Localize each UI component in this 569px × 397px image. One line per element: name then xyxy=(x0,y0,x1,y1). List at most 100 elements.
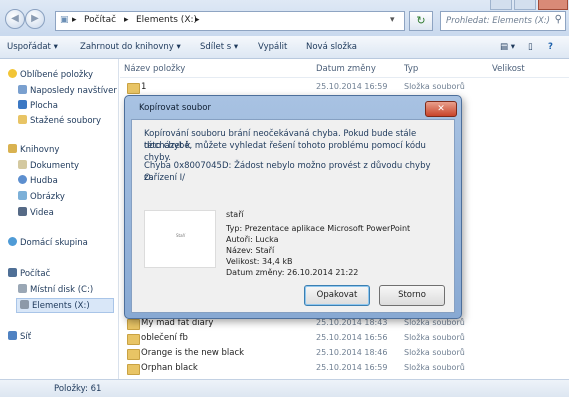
dialog-body: Kopírování souboru brání neočekávaná chy… xyxy=(131,119,455,313)
status-bar: Položky: 61 xyxy=(0,379,569,397)
folder-icon: ▣ xyxy=(60,15,69,25)
sidebar-item-elements[interactable]: Elements (X:) xyxy=(16,298,114,313)
recent-places-icon xyxy=(18,85,27,94)
share-with-button[interactable]: Sdílet s ▾ xyxy=(200,42,238,52)
list-item[interactable]: Orphan black 25.10.2014 16:59 Složka sou… xyxy=(127,362,567,376)
folder-icon xyxy=(127,364,140,375)
item-type: Složka souborů xyxy=(404,82,465,91)
column-header-type[interactable]: Typ xyxy=(404,64,418,74)
drive-icon xyxy=(18,284,27,293)
item-name: My mad fat diary xyxy=(141,318,214,328)
file-title: Název: Staří xyxy=(226,246,275,255)
file-type: Typ: Prezentace aplikace Microsoft Power… xyxy=(226,224,411,233)
navigation-pane: Oblíbené položky Naposledy navštíver Plo… xyxy=(0,59,119,379)
sidebar-item-pictures[interactable]: Obrázky xyxy=(18,191,65,202)
folder-icon xyxy=(127,334,140,345)
chevron-down-icon[interactable]: ▾ xyxy=(390,15,395,25)
item-date: 25.10.2014 18:43 xyxy=(316,318,388,327)
breadcrumb-separator: ▸ xyxy=(195,15,200,25)
item-type: Složka souborů xyxy=(404,348,465,357)
organize-button[interactable]: Uspořádat ▾ xyxy=(7,42,58,52)
list-item[interactable]: 1 25.10.2014 16:59 Složka souborů xyxy=(127,81,567,95)
breadcrumb-separator: ▸ xyxy=(72,15,77,25)
view-options-icon[interactable]: ▤ ▾ xyxy=(500,42,515,52)
burn-button[interactable]: Vypálit xyxy=(258,42,287,52)
refresh-icon[interactable]: ↻ xyxy=(409,11,433,31)
column-header-name[interactable]: Název položky xyxy=(124,64,185,74)
file-thumbnail: Staří xyxy=(144,210,216,268)
sidebar-item-music[interactable]: Hudba xyxy=(18,175,58,186)
back-button[interactable]: ◀ xyxy=(5,9,25,29)
sidebar-item-network[interactable]: Síť xyxy=(8,331,31,342)
folder-icon xyxy=(127,83,140,94)
cancel-button[interactable]: Storno xyxy=(379,285,445,306)
forward-button[interactable]: ▶ xyxy=(25,9,45,29)
videos-icon xyxy=(18,207,27,216)
error-code-line: O. xyxy=(144,173,154,183)
breadcrumb-separator: ▸ xyxy=(124,15,129,25)
search-icon: ⚲ xyxy=(554,14,562,25)
sidebar-item-computer[interactable]: Počítač xyxy=(8,268,50,279)
help-icon[interactable]: ? xyxy=(548,42,553,52)
close-window-button[interactable] xyxy=(538,0,568,10)
library-icon xyxy=(8,144,17,153)
star-icon xyxy=(8,69,17,78)
sidebar-item-favorites[interactable]: Oblíbené položky xyxy=(8,69,93,80)
column-header-date[interactable]: Datum změny xyxy=(316,64,376,74)
item-name: Orange is the new black xyxy=(141,348,245,358)
item-date: 25.10.2014 16:59 xyxy=(316,82,388,91)
list-item[interactable]: oblečení fb 25.10.2014 16:56 Složka soub… xyxy=(127,332,567,346)
drive-icon xyxy=(20,300,29,309)
item-name: oblečení fb xyxy=(141,333,188,343)
item-date: 25.10.2014 16:56 xyxy=(316,333,388,342)
list-item[interactable]: My mad fat diary 25.10.2014 18:43 Složka… xyxy=(127,317,567,331)
item-count: Položky: 61 xyxy=(54,384,102,394)
breadcrumb-computer[interactable]: Počítač xyxy=(84,15,116,25)
folder-icon xyxy=(127,319,140,330)
new-folder-button[interactable]: Nová složka xyxy=(306,42,357,52)
copy-error-dialog: Kopírovat soubor ✕ Kopírování souboru br… xyxy=(124,95,462,319)
sidebar-item-local-disk[interactable]: Místní disk (C:) xyxy=(18,284,93,295)
dialog-close-button[interactable]: ✕ xyxy=(425,101,457,117)
thumbnail-text: Staří xyxy=(176,233,186,238)
file-name: staří xyxy=(226,210,244,219)
column-headers: Název položky Datum změny Typ Velikost xyxy=(120,59,569,78)
command-bar: Uspořádat ▾ Zahrnout do knihovny ▾ Sdíle… xyxy=(0,36,569,59)
sidebar-item-videos[interactable]: Videa xyxy=(18,207,54,218)
item-date: 25.10.2014 18:46 xyxy=(316,348,388,357)
search-input[interactable]: Prohledat: Elements (X:) ⚲ xyxy=(440,11,566,31)
desktop-icon xyxy=(18,100,27,109)
sidebar-item-libraries[interactable]: Knihovny xyxy=(8,144,59,155)
music-icon xyxy=(18,175,27,184)
file-authors: Autoři: Lucka xyxy=(226,235,279,244)
homegroup-icon xyxy=(8,237,17,246)
preview-pane-icon[interactable]: ▯ xyxy=(528,42,533,52)
documents-icon xyxy=(18,160,27,169)
item-date: 25.10.2014 16:59 xyxy=(316,363,388,372)
pictures-icon xyxy=(18,191,27,200)
column-header-size[interactable]: Velikost xyxy=(492,64,525,74)
breadcrumb-elements[interactable]: Elements (X:) xyxy=(136,15,197,25)
address-bar-area: ◀ ▶ ▣ ▸ Počítač ▸ Elements (X:) ▸ ▾ ↻ Pr… xyxy=(0,0,569,37)
maximize-button[interactable] xyxy=(514,0,536,10)
include-in-library-button[interactable]: Zahrnout do knihovny ▾ xyxy=(80,42,181,52)
search-placeholder: Prohledat: Elements (X:) xyxy=(446,16,550,26)
sidebar-item-recent[interactable]: Naposledy navštíver xyxy=(18,85,117,96)
minimize-button[interactable] xyxy=(490,0,512,10)
item-type: Složka souborů xyxy=(404,333,465,342)
window-controls xyxy=(486,0,569,10)
file-modified: Datum změny: 26.10.2014 21:22 xyxy=(226,268,359,277)
retry-button[interactable]: Opakovat xyxy=(304,285,370,306)
computer-icon xyxy=(8,268,17,277)
item-name: Orphan black xyxy=(141,363,198,373)
sidebar-item-homegroup[interactable]: Domácí skupina xyxy=(8,237,88,248)
sidebar-item-desktop[interactable]: Plocha xyxy=(18,100,58,111)
file-size: Velikost: 34,4 kB xyxy=(226,257,293,266)
dialog-title: Kopírovat soubor xyxy=(139,103,211,113)
downloads-folder-icon xyxy=(18,115,27,124)
list-item[interactable]: Orange is the new black 25.10.2014 18:46… xyxy=(127,347,567,361)
item-type: Složka souborů xyxy=(404,363,465,372)
address-field[interactable]: ▣ ▸ Počítač ▸ Elements (X:) ▸ ▾ xyxy=(55,11,405,31)
sidebar-item-downloads[interactable]: Stažené soubory xyxy=(18,115,101,126)
sidebar-item-documents[interactable]: Dokumenty xyxy=(18,160,79,171)
